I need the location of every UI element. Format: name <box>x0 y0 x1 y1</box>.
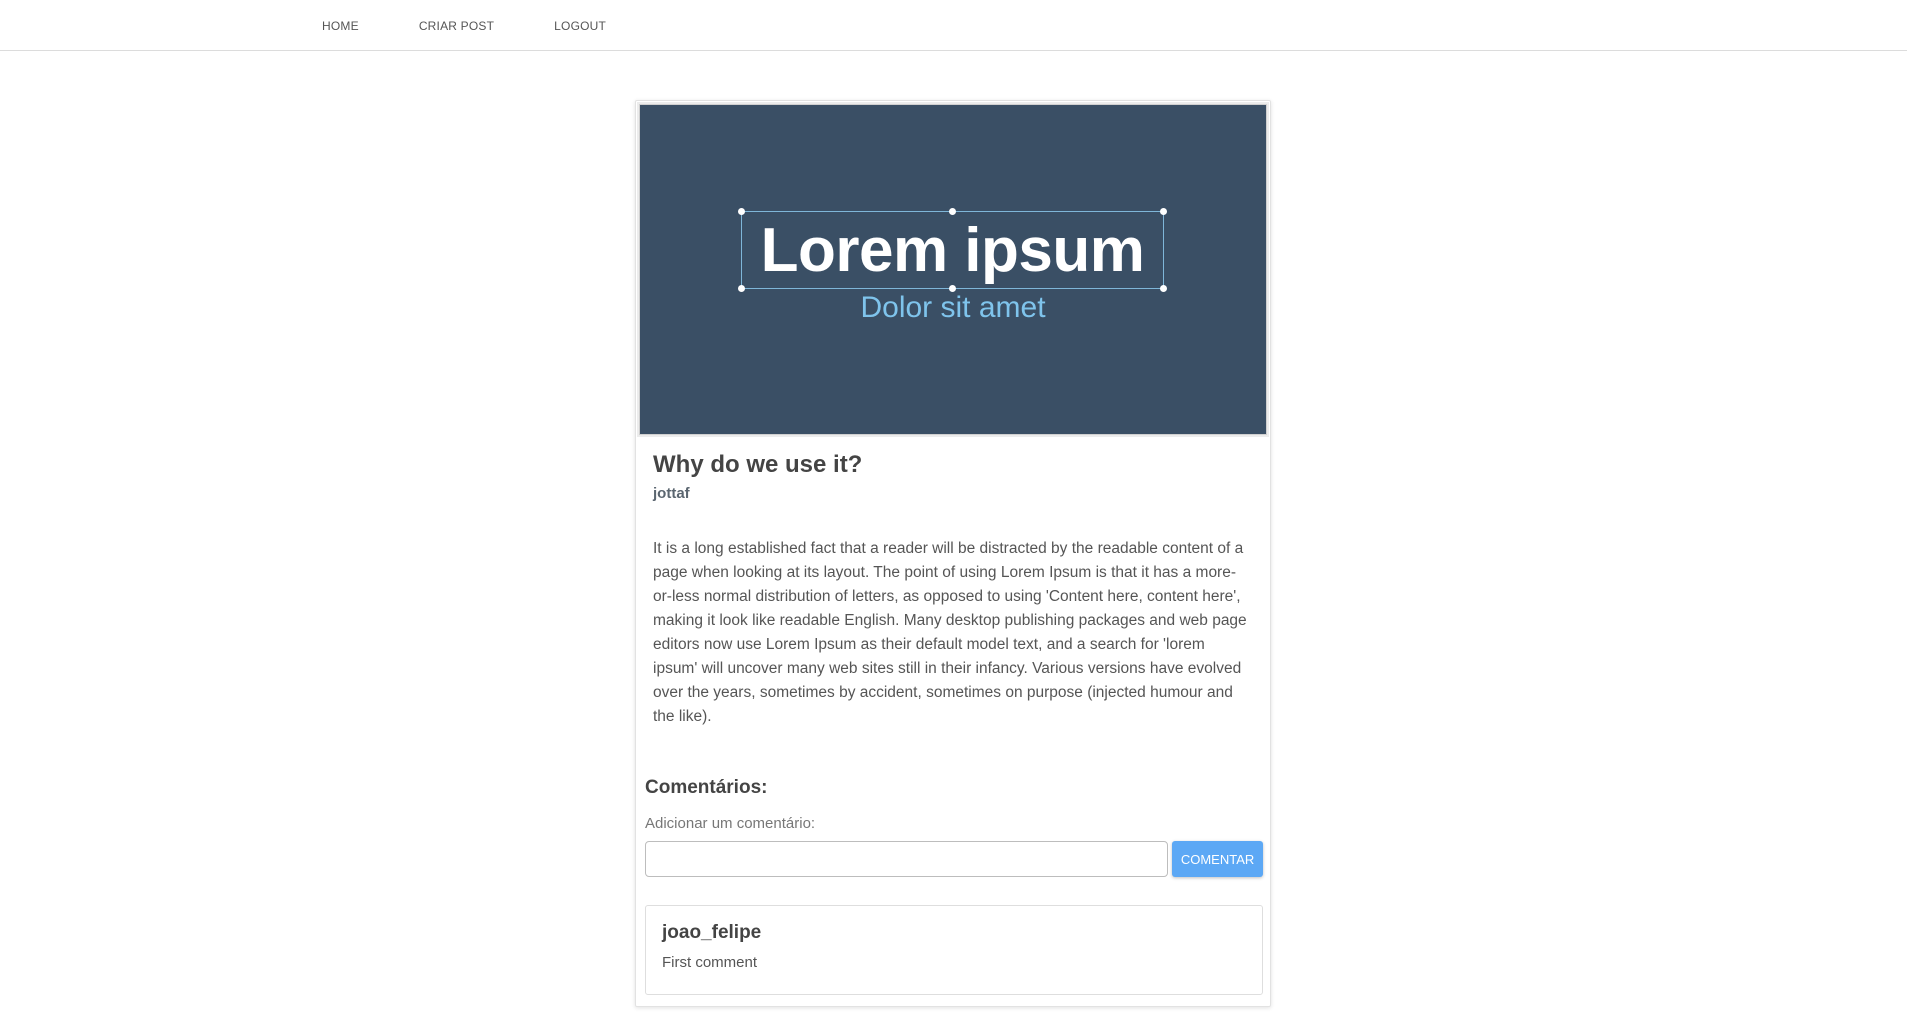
comment-form: COMENTAR <box>645 841 1263 877</box>
nav-logout-link[interactable]: LOGOUT <box>554 19 606 33</box>
post-card: Lorem ipsum Dolor sit amet Why do we use… <box>635 100 1271 1007</box>
cover-subtitle: Dolor sit amet <box>860 291 1046 324</box>
cover-title-selection-box: Lorem ipsum <box>738 208 1167 292</box>
cover-title: Lorem ipsum <box>760 215 1145 285</box>
top-navbar: HOME CRIAR POST LOGOUT <box>0 0 1907 51</box>
comments-heading: Comentários: <box>645 777 768 798</box>
comment-item: joao_felipe First comment <box>645 905 1263 995</box>
post-cover-image: Lorem ipsum Dolor sit amet <box>639 104 1267 435</box>
post-author: jottaf <box>653 485 690 502</box>
comment-text: First comment <box>662 954 758 971</box>
nav-home-link[interactable]: HOME <box>322 19 359 33</box>
comment-input[interactable] <box>645 841 1169 877</box>
post-content: It is a long established fact that a rea… <box>653 540 1247 725</box>
nav-create-post-link[interactable]: CRIAR POST <box>419 19 494 33</box>
comments-section: Comentários: Adicionar um comentário: CO… <box>645 777 1263 995</box>
comment-submit-button[interactable]: COMENTAR <box>1172 841 1263 877</box>
add-comment-label: Adicionar um comentário: <box>645 815 816 832</box>
comment-author: joao_felipe <box>662 922 762 943</box>
post-body: Why do we use it? jottaf It is a long es… <box>653 451 1253 745</box>
nav-links: HOME CRIAR POST LOGOUT <box>322 0 666 51</box>
post-title: Why do we use it? <box>653 451 863 478</box>
